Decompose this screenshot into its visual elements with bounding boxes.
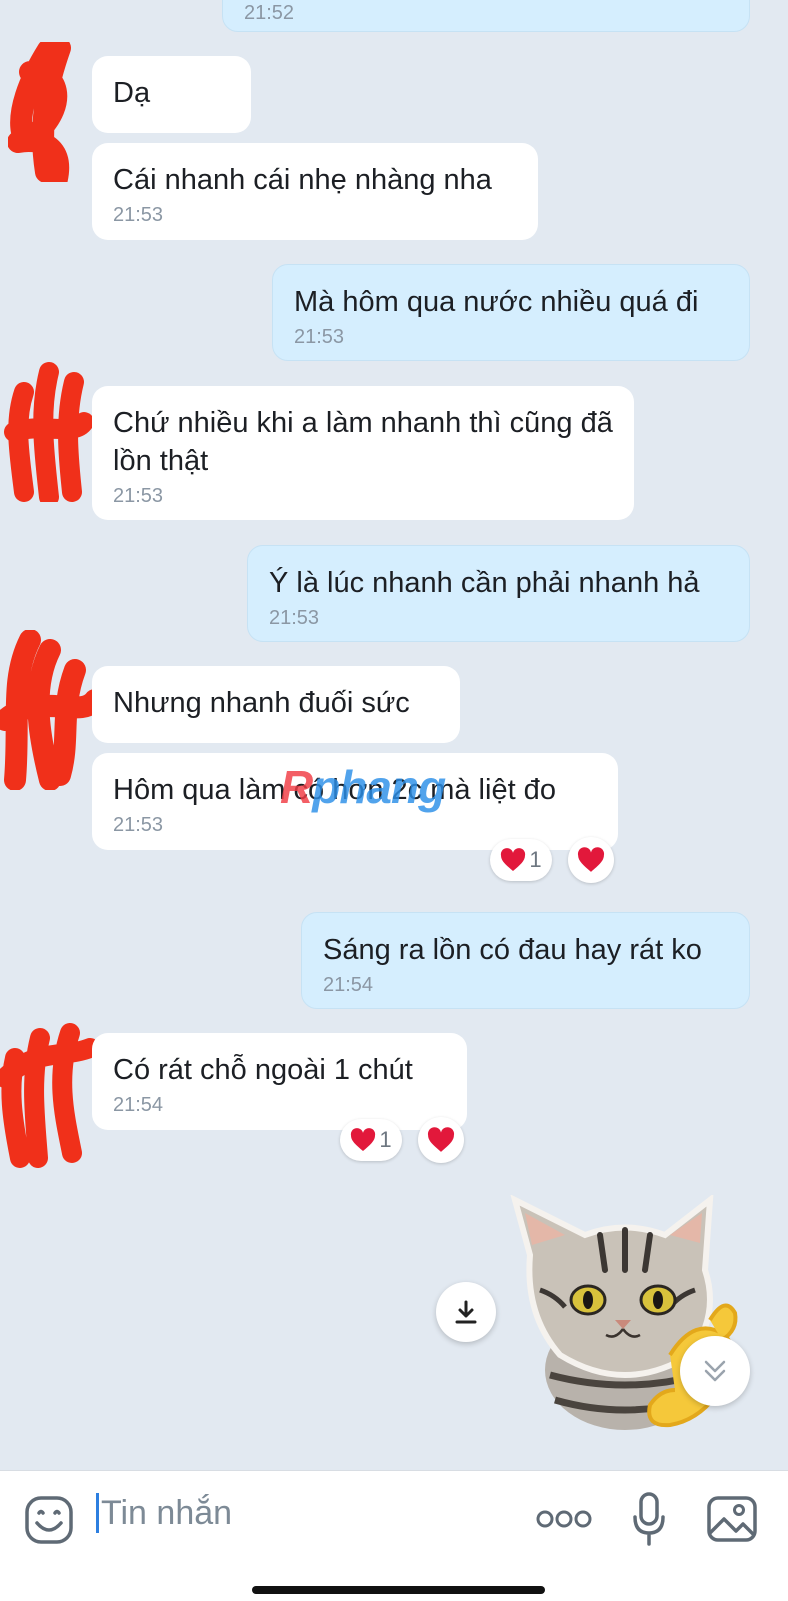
watermark-logo: Rphang bbox=[280, 761, 446, 813]
more-dots-icon[interactable] bbox=[536, 1507, 592, 1531]
message-text: Chứ nhiều khi a làm nhanh thì cũng đã lồ… bbox=[113, 407, 613, 477]
message-bubble-incoming[interactable]: Nhưng nhanh đuối sức bbox=[92, 666, 460, 743]
message-bubble-incoming[interactable]: Cái nhanh cái nhẹ nhàng nha 21:53 bbox=[92, 143, 538, 240]
react-heart-button[interactable] bbox=[568, 837, 614, 883]
message-text: Cái nhanh cái nhẹ nhàng nha bbox=[113, 164, 492, 196]
message-bubble-incoming[interactable]: Dạ bbox=[92, 56, 251, 133]
message-time: 21:54 bbox=[323, 974, 374, 996]
reaction-summary[interactable]: 1 bbox=[490, 839, 552, 881]
message-text: Sáng ra lồn có đau hay rát ko bbox=[323, 934, 702, 966]
message-bubble-incoming[interactable]: Chứ nhiều khi a làm nhanh thì cũng đã lồ… bbox=[92, 386, 634, 520]
message-bubble-outgoing[interactable]: 21:52 bbox=[222, 0, 750, 32]
react-heart-button[interactable] bbox=[418, 1117, 464, 1163]
chat-area: 21:52 Dạ Cái nhanh cái nhẹ nhàng nha 21:… bbox=[0, 0, 788, 1470]
message-bubble-incoming[interactable]: Có rát chỗ ngoài 1 chút 21:54 bbox=[92, 1033, 467, 1130]
message-text: Ý là lúc nhanh cần phải nhanh hả bbox=[269, 567, 700, 599]
reaction-summary[interactable]: 1 bbox=[340, 1119, 402, 1161]
double-chevron-down-icon bbox=[704, 1360, 726, 1382]
redacted-avatar bbox=[8, 42, 71, 182]
message-bubble-outgoing[interactable]: Ý là lúc nhanh cần phải nhanh hả 21:53 bbox=[247, 545, 750, 642]
heart-icon bbox=[427, 1127, 455, 1152]
message-text: Có rát chỗ ngoài 1 chút bbox=[113, 1054, 413, 1086]
heart-icon bbox=[501, 848, 526, 871]
message-text: Nhưng nhanh đuối sức bbox=[113, 687, 410, 719]
message-input[interactable]: Tin nhắn bbox=[96, 1493, 232, 1533]
message-bubble-outgoing[interactable]: Mà hôm qua nước nhiều quá đi 21:53 bbox=[272, 264, 750, 361]
download-button[interactable] bbox=[436, 1282, 496, 1342]
message-time: 21:53 bbox=[113, 485, 164, 507]
watermark-text: phang bbox=[312, 761, 446, 813]
message-time: 21:53 bbox=[113, 204, 164, 226]
message-time: 21:53 bbox=[113, 814, 164, 836]
reaction-count: 1 bbox=[529, 847, 542, 872]
emoji-icon[interactable] bbox=[24, 1495, 74, 1545]
message-text: Dạ bbox=[113, 77, 151, 109]
microphone-icon[interactable] bbox=[632, 1491, 666, 1547]
message-time: 21:53 bbox=[269, 607, 320, 629]
image-gallery-icon[interactable] bbox=[706, 1495, 758, 1543]
redacted-avatar bbox=[0, 1023, 95, 1168]
redacted-avatar bbox=[0, 630, 100, 790]
message-text: Mà hôm qua nước nhiều quá đi bbox=[294, 286, 699, 318]
message-time: 21:54 bbox=[113, 1094, 164, 1116]
message-time: 21:53 bbox=[294, 326, 345, 348]
download-icon bbox=[455, 1300, 477, 1324]
message-bubble-outgoing[interactable]: Sáng ra lồn có đau hay rát ko 21:54 bbox=[301, 912, 750, 1009]
heart-icon bbox=[577, 847, 605, 872]
heart-icon bbox=[351, 1128, 376, 1151]
message-time: 21:52 bbox=[244, 2, 295, 24]
scroll-to-bottom-button[interactable] bbox=[680, 1336, 750, 1406]
reaction-count: 1 bbox=[379, 1127, 392, 1152]
message-composer: Tin nhắn bbox=[0, 1470, 788, 1601]
home-indicator bbox=[252, 1586, 545, 1594]
redacted-avatar bbox=[4, 362, 94, 502]
